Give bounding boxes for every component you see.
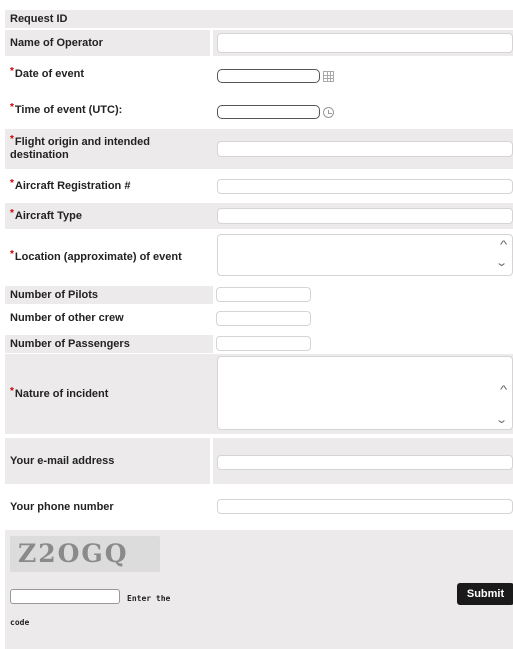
scroll-down-icon[interactable]: ⌄ <box>495 415 508 426</box>
location-row: * Location (approximate) of event ^ ⌄ <box>5 231 513 283</box>
calendar-icon[interactable] <box>323 71 334 82</box>
flight-row: *Flight origin and intended destination <box>5 129 513 169</box>
phone-value-cell <box>213 486 513 528</box>
scroll-down-icon[interactable]: ⌄ <box>495 258 508 269</box>
time-label-cell: * Time of event (UTC): <box>5 94 210 126</box>
type-value-cell <box>213 203 513 229</box>
registration-label: Aircraft Registration # <box>14 180 131 192</box>
operator-value-cell <box>213 30 513 56</box>
time-row: * Time of event (UTC): <box>5 94 513 126</box>
date-value-cell <box>213 58 513 90</box>
captcha-input[interactable] <box>10 589 120 604</box>
nature-row: * Nature of incident ^ ⌄ <box>5 354 513 434</box>
nature-label: Nature of incident <box>14 387 109 400</box>
date-input[interactable] <box>217 69 320 83</box>
crew-row: Number of other crew <box>5 309 513 327</box>
crew-input[interactable] <box>216 311 311 326</box>
passengers-input[interactable] <box>216 336 311 351</box>
pilots-row: Number of Pilots <box>5 286 513 304</box>
location-textarea[interactable]: ^ ⌄ <box>217 234 513 276</box>
passengers-value-cell <box>213 335 513 353</box>
flight-label-cell: *Flight origin and intended destination <box>5 129 210 169</box>
captcha-enter-label: Enter the <box>127 594 171 603</box>
required-marker: * <box>10 101 14 113</box>
required-marker: * <box>10 385 14 397</box>
operator-label: Name of Operator <box>5 30 210 56</box>
flight-label-wrap: *Flight origin and intended destination <box>10 134 210 162</box>
registration-value-cell <box>213 172 513 201</box>
captcha-row: Z2OGQ Enter the code Submit <box>5 530 513 649</box>
phone-row: Your phone number <box>5 486 513 528</box>
location-label: Location (approximate) of event <box>14 250 182 263</box>
pilots-label: Number of Pilots <box>10 288 99 301</box>
registration-row: * Aircraft Registration # <box>5 172 513 201</box>
type-input[interactable] <box>217 208 513 224</box>
crew-label: Number of other crew <box>10 311 124 324</box>
phone-input[interactable] <box>217 499 513 514</box>
time-label: Time of event (UTC): <box>14 103 123 116</box>
passengers-row: Number of Passengers <box>5 335 513 353</box>
phone-label: Your phone number <box>10 500 114 513</box>
operator-input[interactable] <box>217 33 513 53</box>
type-label-cell: * Aircraft Type <box>5 203 210 229</box>
date-label-cell: * Date of event <box>5 58 210 90</box>
registration-input[interactable] <box>217 179 513 194</box>
nature-textarea[interactable]: ^ ⌄ <box>217 356 513 430</box>
type-label: Aircraft Type <box>14 209 82 222</box>
pilots-input[interactable] <box>216 287 311 302</box>
email-label: Your e-mail address <box>5 438 210 484</box>
clock-icon[interactable] <box>323 107 334 118</box>
submit-cell: Submit <box>213 530 513 649</box>
email-row: Your e-mail address <box>5 438 513 484</box>
required-marker: * <box>10 207 14 219</box>
required-marker: * <box>10 248 14 260</box>
registration-label-cell: * Aircraft Registration # <box>5 172 210 201</box>
date-row: * Date of event <box>5 58 513 90</box>
pilots-value-cell <box>213 286 513 304</box>
email-input[interactable] <box>217 455 513 470</box>
request-id-label: Request ID <box>10 12 68 25</box>
submit-button[interactable]: Submit <box>457 583 513 605</box>
required-marker: * <box>10 134 14 145</box>
time-input[interactable] <box>217 105 320 119</box>
location-label-cell: * Location (approximate) of event <box>5 231 210 283</box>
request-id-row: Request ID <box>5 10 513 28</box>
passengers-label: Number of Passengers <box>10 337 130 350</box>
crew-value-cell <box>213 309 513 327</box>
captcha-image: Z2OGQ <box>10 536 160 572</box>
flight-label: Flight origin and intended destination <box>10 136 150 161</box>
nature-value-cell: ^ ⌄ <box>213 354 513 434</box>
operator-row: Name of Operator <box>5 30 513 56</box>
flight-value-cell <box>213 129 513 169</box>
location-value-cell: ^ ⌄ <box>213 231 513 283</box>
time-value-cell <box>213 94 513 126</box>
email-value-cell <box>213 438 513 484</box>
scroll-up-icon[interactable]: ^ <box>500 240 507 251</box>
required-marker: * <box>10 65 14 77</box>
flight-input[interactable] <box>217 141 513 157</box>
date-label: Date of event <box>14 67 84 80</box>
type-row: * Aircraft Type <box>5 203 513 229</box>
required-marker: * <box>10 178 14 189</box>
nature-label-cell: * Nature of incident <box>5 354 210 434</box>
captcha-code-label: code <box>10 618 30 627</box>
scroll-up-icon[interactable]: ^ <box>500 385 507 396</box>
